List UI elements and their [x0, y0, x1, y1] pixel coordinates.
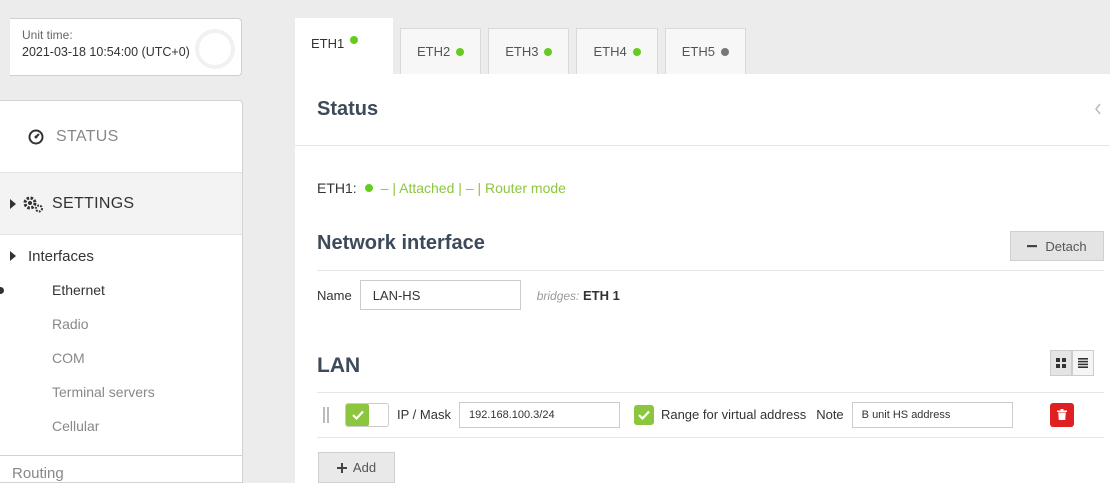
- sidebar-item-label: STATUS: [56, 127, 119, 145]
- name-label: Name: [317, 287, 352, 303]
- status-header: Status: [295, 74, 1110, 146]
- tab-label: ETH4: [593, 44, 627, 59]
- trash-icon: [1056, 409, 1067, 420]
- bridges-label: bridges:: [536, 288, 580, 303]
- sidebar-item-routing[interactable]: Routing: [0, 455, 242, 482]
- power-watermark-icon: [195, 29, 235, 69]
- section-title: Status: [317, 98, 379, 120]
- status-dot-icon: [364, 184, 373, 192]
- grid-view-icon[interactable]: [1050, 350, 1072, 376]
- plus-icon: [336, 462, 347, 473]
- chevron-left-icon[interactable]: [1094, 102, 1102, 118]
- sidebar-item-label: SETTINGS: [52, 194, 135, 212]
- tab-eth5[interactable]: ETH5: [664, 28, 746, 74]
- bridges-value: ETH 1: [583, 287, 620, 303]
- range-checkbox[interactable]: [633, 404, 654, 425]
- range-label: Range for virtual address: [660, 407, 807, 422]
- status-dot-icon: [350, 36, 359, 44]
- network-interface-title: Network interface: [317, 232, 485, 254]
- eth-status-line: ETH1: – | Attached | – | Router mode: [317, 180, 566, 196]
- ip-mask-input[interactable]: [458, 401, 620, 428]
- tab-label: ETH2: [417, 44, 451, 59]
- status-dot-icon: [544, 47, 553, 56]
- caret-right-icon: [10, 198, 16, 209]
- divider: [317, 270, 1104, 271]
- detach-button[interactable]: Detach: [1010, 231, 1104, 261]
- status-dot-icon: [632, 47, 641, 56]
- sidebar-item-cellular[interactable]: Cellular: [0, 409, 242, 443]
- name-input[interactable]: [359, 280, 521, 310]
- delete-row-button[interactable]: [1049, 402, 1074, 427]
- lan-address-row: IP / Mask Range for virtual address Note: [317, 392, 1104, 438]
- gears-icon: [22, 195, 44, 213]
- sidebar-item-radio[interactable]: Radio: [0, 307, 242, 341]
- note-input[interactable]: [851, 401, 1013, 428]
- sidebar: STATUS SETTINGS Interfaces Ethernet Radi…: [0, 100, 243, 483]
- sidebar-item-label: COM: [52, 350, 85, 366]
- bridges-info: bridges: ETH 1: [537, 288, 620, 303]
- sidebar-item-com[interactable]: COM: [0, 341, 242, 375]
- name-row: Name bridges: ETH 1: [317, 280, 620, 310]
- sidebar-item-ethernet[interactable]: Ethernet: [0, 273, 242, 307]
- active-bullet-icon: [0, 286, 4, 294]
- dashboard-gauge-icon: [28, 129, 44, 145]
- tab-eth2[interactable]: ETH2: [400, 28, 482, 74]
- drag-handle-icon[interactable]: [323, 406, 329, 423]
- status-line-label: ETH1:: [317, 180, 357, 196]
- unit-time-box: Unit time: 2021-03-18 10:54:00 (UTC+0): [10, 18, 242, 76]
- sidebar-item-label: Ethernet: [52, 282, 105, 298]
- add-label: Add: [352, 460, 377, 475]
- tab-eth1[interactable]: ETH1: [295, 18, 393, 74]
- tab-eth4[interactable]: ETH4: [576, 28, 658, 74]
- caret-right-icon: [10, 251, 16, 261]
- tab-label: ETH5: [681, 44, 715, 59]
- minus-icon: [1027, 241, 1038, 251]
- note-label: Note: [816, 407, 844, 422]
- status-dot-icon: [720, 47, 729, 56]
- view-toggle: [1050, 350, 1094, 376]
- check-icon: [346, 403, 369, 426]
- list-view-icon[interactable]: [1072, 350, 1094, 376]
- sidebar-item-label: Interfaces: [28, 247, 94, 265]
- tab-label: ETH1: [311, 36, 345, 51]
- interface-tabs: ETH1 ETH2 ETH3 ETH4 ETH5: [295, 18, 753, 74]
- ip-mask-label: IP / Mask: [397, 407, 451, 422]
- sidebar-item-label: Radio: [52, 316, 89, 332]
- sidebar-item-interfaces[interactable]: Interfaces: [0, 239, 242, 273]
- main-panel: Status ETH1: – | Attached | – | Router m…: [295, 74, 1110, 483]
- status-dot-icon: [456, 47, 465, 56]
- tab-eth3[interactable]: ETH3: [488, 28, 570, 74]
- sidebar-item-terminal-servers[interactable]: Terminal servers: [0, 375, 242, 409]
- detach-label: Detach: [1045, 238, 1087, 254]
- add-button[interactable]: Add: [318, 452, 395, 483]
- enable-toggle[interactable]: [345, 402, 389, 427]
- tab-label: ETH3: [505, 44, 539, 59]
- status-line-text: – | Attached | – | Router mode: [380, 180, 566, 196]
- sidebar-item-label: Routing: [12, 465, 64, 482]
- lan-title: LAN: [317, 354, 361, 377]
- sidebar-item-settings[interactable]: SETTINGS: [0, 173, 242, 235]
- sidebar-item-status[interactable]: STATUS: [0, 101, 242, 173]
- sidebar-item-label: Terminal servers: [52, 384, 155, 400]
- sidebar-item-label: Cellular: [52, 418, 100, 434]
